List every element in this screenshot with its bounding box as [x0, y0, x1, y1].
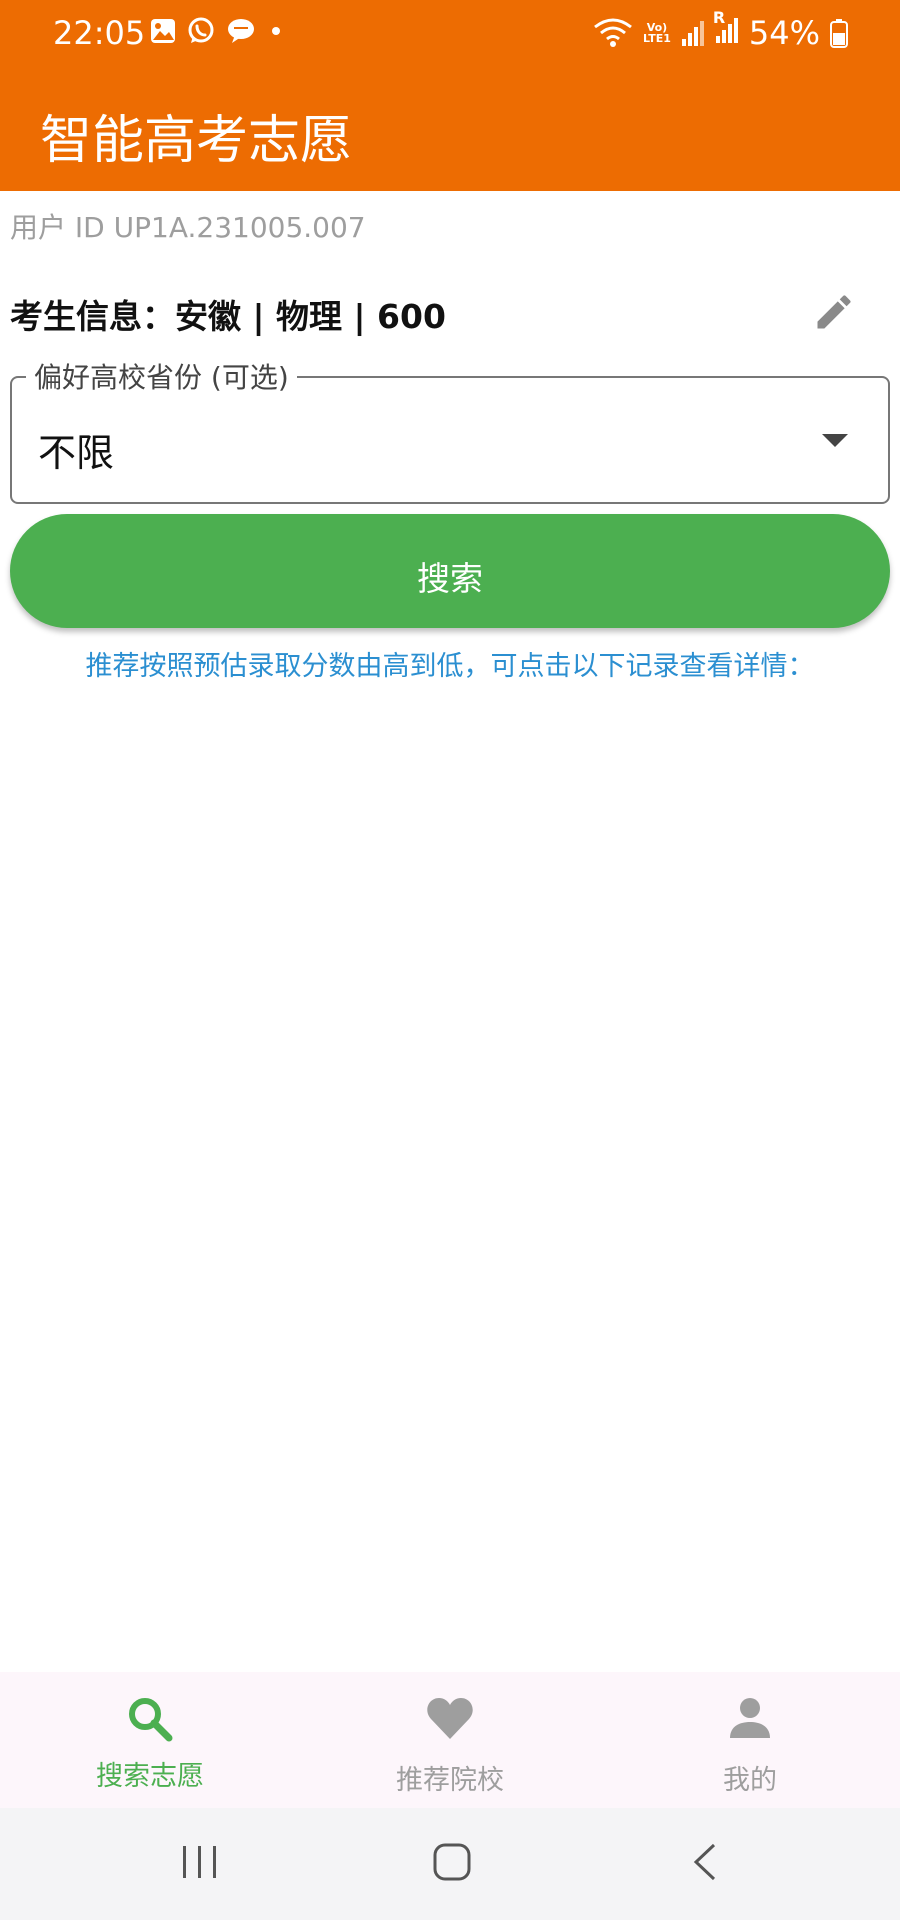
back-icon[interactable] — [690, 1842, 720, 1882]
nav-label-recommend: 推荐院校 — [396, 1765, 504, 1796]
heart-icon — [427, 1698, 473, 1739]
gallery-icon — [151, 19, 175, 43]
battery-icon — [830, 19, 848, 48]
network-lte-label: LTE1 — [643, 32, 671, 45]
app-title: 智能高考志愿 — [40, 111, 353, 171]
search-icon — [129, 1698, 173, 1742]
status-right: Vo) LTE1 R 54% — [593, 8, 848, 52]
nav-item-search[interactable]: 搜索志愿 — [0, 1672, 300, 1808]
battery-percent: 54% — [748, 14, 820, 52]
user-id: 用户 ID UP1A.231005.007 — [10, 211, 366, 244]
pencil-icon — [817, 295, 851, 329]
search-button[interactable]: 搜索 — [10, 514, 890, 628]
province-select-value: 不限 — [38, 431, 115, 475]
home-icon[interactable] — [432, 1842, 472, 1882]
nav-item-recommend[interactable]: 推荐院校 — [300, 1672, 600, 1808]
bottom-nav: 搜索志愿 推荐院校 我的 — [0, 1672, 900, 1808]
recent-apps-icon[interactable] — [180, 1842, 220, 1882]
nav-label-search: 搜索志愿 — [96, 1761, 204, 1792]
recommendation-hint: 推荐按照预估录取分数由高到低，可点击以下记录查看详情： — [85, 651, 815, 682]
nav-item-mine[interactable]: 我的 — [600, 1672, 900, 1808]
roaming-label: R — [712, 8, 726, 27]
signal-icon — [681, 21, 704, 46]
notification-icons — [150, 16, 286, 46]
person-icon — [730, 1698, 770, 1738]
search-button-label: 搜索 — [417, 559, 483, 598]
status-time: 22:05 — [53, 14, 146, 52]
chat-icon — [228, 19, 254, 43]
dot-icon — [272, 27, 280, 35]
student-info: 考生信息：安徽 | 物理 | 600 — [10, 297, 446, 336]
dropdown-arrow-icon[interactable] — [822, 434, 848, 448]
wifi-icon — [594, 18, 632, 47]
province-select-label: 偏好高校省份 (可选) — [26, 356, 297, 396]
app-bar: 智能高考志愿 — [0, 66, 900, 191]
network-type: Vo) LTE1 — [643, 22, 671, 44]
nav-label-mine: 我的 — [723, 1765, 777, 1796]
sim2-signal: R — [713, 8, 739, 52]
edit-button[interactable] — [812, 290, 856, 334]
system-nav-bar — [0, 1808, 900, 1920]
whatsapp-icon — [188, 17, 214, 43]
status-bar: 22:05 Vo) LTE1 R 54% — [0, 0, 900, 66]
